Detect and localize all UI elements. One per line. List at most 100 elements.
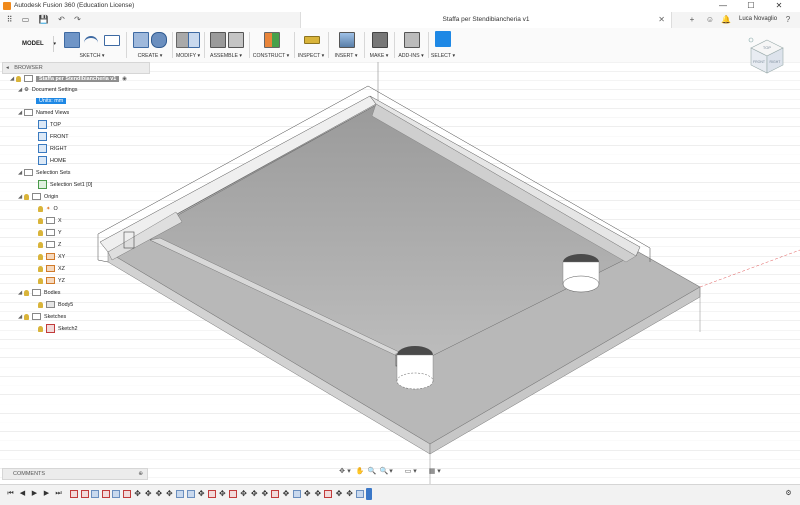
insert-group[interactable]: INSERT ▾ <box>330 30 362 60</box>
timeline-feature-move-icon[interactable]: ✥ <box>165 490 173 498</box>
timeline-feature-sketch-icon[interactable] <box>324 490 333 498</box>
sketch-group[interactable]: SKETCH ▾ <box>60 30 124 60</box>
timeline-feature-move-icon[interactable]: ✥ <box>240 490 248 498</box>
print-3d-icon[interactable] <box>372 32 388 48</box>
pan-hand-icon[interactable]: ✋ <box>355 466 365 478</box>
collapse-icon[interactable]: ◂ <box>6 65 9 71</box>
tree-sketch2[interactable]: Sketch2 <box>38 324 77 334</box>
insert-menu-label[interactable]: INSERT ▾ <box>330 53 362 59</box>
sketch-create-icon[interactable] <box>64 32 80 48</box>
user-account-name[interactable]: Luca Novaglio <box>739 16 777 22</box>
scripts-icon[interactable] <box>404 32 420 48</box>
modify-group[interactable]: MODIFY ▾ <box>174 30 202 60</box>
construct-group[interactable]: CONSTRUCT ▾ <box>251 30 291 60</box>
help-icon[interactable]: ? <box>782 14 794 26</box>
tree-named-views[interactable]: ◢ Named Views <box>18 108 69 118</box>
timeline-feature-sketch-icon[interactable] <box>229 490 237 498</box>
workspace-switcher[interactable]: MODEL ▾ <box>6 36 56 52</box>
timeline-feature-move-icon[interactable]: ✥ <box>282 490 290 498</box>
timeline-feature-body-icon[interactable] <box>186 490 195 498</box>
add-ins-menu-label[interactable]: ADD-INS ▾ <box>395 53 427 59</box>
tree-view-right[interactable]: RIGHT <box>38 144 67 154</box>
tree-view-front[interactable]: FRONT <box>38 132 69 142</box>
tree-units[interactable]: Units: mm <box>36 96 67 106</box>
step-back-icon[interactable]: ◀ <box>18 489 27 499</box>
visibility-bulb-icon[interactable] <box>24 193 29 200</box>
timeline-feature-sketch-icon[interactable] <box>80 490 89 498</box>
assemble-menu-label[interactable]: ASSEMBLE ▾ <box>206 53 246 59</box>
timeline-feature-body-icon[interactable] <box>112 490 121 498</box>
tree-origin-point[interactable]: ✦ O <box>38 204 58 214</box>
timeline-feature-move-icon[interactable]: ✥ <box>197 490 205 498</box>
new-tab-icon[interactable]: + <box>686 14 698 26</box>
rectangle-icon[interactable] <box>104 35 120 46</box>
tree-origin[interactable]: ◢ Origin <box>18 192 58 202</box>
tree-plane-xz[interactable]: XZ <box>38 264 65 274</box>
timeline-feature-move-icon[interactable]: ✥ <box>218 490 226 498</box>
tree-selection-set1[interactable]: Selection Set1 [0] <box>38 180 92 190</box>
create-group[interactable]: CREATE ▾ <box>130 30 170 60</box>
close-window-button[interactable]: ✕ <box>768 0 790 12</box>
tree-root[interactable]: ◢ Staffa per Stendibiancheria v1 ◉ <box>10 74 127 84</box>
visibility-bulb-icon[interactable] <box>24 289 29 296</box>
fillet-icon[interactable] <box>188 32 200 48</box>
visibility-bulb-icon[interactable] <box>38 301 43 308</box>
timeline-feature-move-icon[interactable]: ✥ <box>314 490 322 498</box>
visibility-bulb-icon[interactable] <box>38 277 43 284</box>
browser-header[interactable]: ◂ BROWSER <box>2 62 150 74</box>
timeline-settings-icon[interactable]: ⚙ <box>784 489 793 499</box>
tree-view-home[interactable]: HOME <box>38 156 66 166</box>
timeline-feature-move-icon[interactable]: ✥ <box>346 490 354 498</box>
chevron-down-icon[interactable]: ▾ <box>412 466 418 478</box>
chevron-down-icon[interactable]: ▾ <box>388 466 394 478</box>
tree-sketches[interactable]: ◢ Sketches <box>18 312 66 322</box>
make-group[interactable]: MAKE ▾ <box>365 30 393 60</box>
construct-menu-label[interactable]: CONSTRUCT ▾ <box>251 53 291 59</box>
timeline-feature-body-icon[interactable] <box>356 490 365 498</box>
tree-axis-y[interactable]: Y <box>38 228 62 238</box>
tree-view-top[interactable]: TOP <box>38 120 61 130</box>
activate-radio-icon[interactable]: ◉ <box>122 76 127 82</box>
add-ins-group[interactable]: ADD-INS ▾ <box>395 30 427 60</box>
measure-icon[interactable] <box>304 36 320 44</box>
visibility-bulb-icon[interactable] <box>24 313 29 320</box>
timeline-feature-move-icon[interactable]: ✥ <box>250 490 258 498</box>
go-to-start-icon[interactable]: ⏮ <box>6 489 15 499</box>
tree-plane-yz[interactable]: YZ <box>38 276 65 286</box>
hole-front-bottom[interactable] <box>396 372 434 390</box>
data-panel-icon[interactable]: ⠿ <box>4 15 15 24</box>
timeline-feature-move-icon[interactable]: ✥ <box>155 490 163 498</box>
step-forward-icon[interactable]: ▶ <box>42 489 51 499</box>
timeline-feature-sketch-icon[interactable] <box>70 490 78 498</box>
tree-axis-z[interactable]: Z <box>38 240 61 250</box>
undo-icon[interactable]: ↶ <box>56 15 67 24</box>
sketch-menu-label[interactable]: SKETCH ▾ <box>60 53 124 59</box>
timeline-feature-move-icon[interactable]: ✥ <box>303 490 311 498</box>
visibility-bulb-icon[interactable] <box>16 75 21 82</box>
new-component-icon[interactable] <box>210 32 226 48</box>
timeline-feature-body-icon[interactable] <box>176 490 184 498</box>
extrude-icon[interactable] <box>133 32 149 48</box>
select-arrow-icon[interactable] <box>435 31 451 47</box>
redo-icon[interactable]: ↷ <box>72 15 83 24</box>
inspect-group[interactable]: INSPECT ▾ <box>296 30 326 60</box>
tree-selection-sets[interactable]: ◢ Selection Sets <box>18 168 70 178</box>
timeline-feature-move-icon[interactable]: ✥ <box>261 490 269 498</box>
maximize-button[interactable]: ☐ <box>740 0 762 12</box>
visibility-bulb-icon[interactable] <box>38 241 43 248</box>
hole-right-bottom[interactable] <box>562 275 600 293</box>
timeline-feature-sketch-icon[interactable] <box>101 490 110 498</box>
modify-menu-label[interactable]: MODIFY ▾ <box>174 53 202 59</box>
viewcube[interactable]: TOP FRONT RIGHT <box>747 36 787 76</box>
timeline-feature-move-icon[interactable]: ✥ <box>335 490 343 498</box>
minimize-button[interactable]: — <box>712 0 734 12</box>
notifications-icon[interactable]: 🔔 <box>720 14 732 26</box>
visibility-bulb-icon[interactable] <box>38 265 43 272</box>
create-menu-label[interactable]: CREATE ▾ <box>130 53 170 59</box>
document-tab[interactable]: Staffa per Stendibiancheria v1 ✕ <box>300 12 672 28</box>
make-menu-label[interactable]: MAKE ▾ <box>365 53 393 59</box>
save-icon[interactable]: 💾 <box>38 15 49 24</box>
tree-axis-x[interactable]: X <box>38 216 62 226</box>
visibility-bulb-icon[interactable] <box>38 253 43 260</box>
select-menu-label[interactable]: SELECT ▾ <box>430 53 456 59</box>
